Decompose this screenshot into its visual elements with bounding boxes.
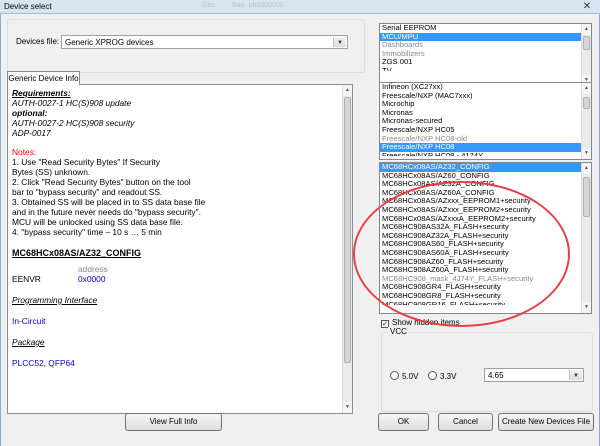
address-header: address [78, 264, 108, 274]
vcc-option-5v-label: 5.0V [402, 372, 419, 381]
note-line: bar to "bypass security" and readout SS. [12, 187, 163, 197]
chevron-down-icon[interactable]: ▼ [333, 37, 346, 47]
devices-file-select[interactable]: Generic XPROG devices ▼ [61, 35, 348, 49]
requirement-line: AUTH-0027-1 HC(S)908 update [12, 98, 132, 108]
vcc-option-3v[interactable]: 3.3V [428, 371, 456, 381]
background-window-text: Ges [202, 2, 215, 9]
devices-file-group: Devices file: Generic XPROG devices ▼ [7, 19, 365, 73]
scroll-down-icon[interactable]: ▼ [582, 302, 591, 313]
programming-interface-value: In-Circuit [12, 316, 46, 326]
chevron-down-icon[interactable]: ▼ [569, 370, 582, 380]
package-heading: Package [12, 337, 45, 347]
scroll-up-icon[interactable]: ▲ [582, 163, 591, 174]
category-list[interactable]: Serial EEPROM MCU/MPU Dashboards Immobilize… [379, 23, 592, 87]
radio-icon[interactable] [390, 371, 399, 380]
scroll-up-icon[interactable]: ▲ [582, 24, 591, 35]
vcc-group: VCC 5.0V 3.3V 4.65 ▼ [381, 327, 593, 412]
note-line: 1. Use "Read Security Bytes" If Security [12, 157, 160, 167]
view-full-info-button[interactable]: View Full Info [125, 413, 222, 431]
list-item[interactable]: MC68HC908GR16_FLASH+security [380, 301, 591, 305]
note-line: 3. Obtained SS will be placed in to SS d… [12, 197, 206, 207]
cancel-button[interactable]: Cancel [438, 413, 493, 431]
manufacturer-list[interactable]: Infineon (XC27xx) Freescale/NXP (MAC7xxx)… [379, 82, 592, 160]
devices-file-value: Generic XPROG devices [65, 38, 154, 47]
list-item[interactable]: Freescale/NXP HC08 [380, 143, 591, 152]
requirement-line: ADP-0017 [12, 128, 51, 138]
note-line: 4. "bypass security" time – 10 s … 5 min [12, 227, 162, 237]
show-hidden-label: Show hidden items [392, 318, 460, 327]
vcc-label: VCC [388, 327, 409, 336]
programming-interface-heading: Programming Interface [12, 295, 98, 305]
list-item[interactable]: TV [380, 67, 591, 71]
tab-generic-device-info[interactable]: Generic Device Info [7, 71, 80, 85]
scroll-thumb[interactable] [583, 36, 590, 50]
register-address: 0x0000 [78, 274, 106, 284]
device-info-text: Requirements: AUTH-0027-1 HC(S)908 updat… [12, 88, 340, 368]
scroll-up-icon[interactable]: ▲ [582, 83, 591, 94]
note-line: 2. Click "Read Security Bytes" button on… [12, 177, 191, 187]
devices-file-label: Devices file: [16, 37, 60, 46]
window-title: Device select [4, 2, 52, 11]
radio-icon[interactable] [428, 371, 437, 380]
device-info-panel: Requirements: AUTH-0027-1 HC(S)908 updat… [7, 84, 353, 414]
scroll-up-icon[interactable]: ▲ [343, 85, 352, 96]
scroll-down-icon[interactable]: ▼ [582, 148, 591, 159]
requirement-line: AUTH-0027-2 HC(S)908 security [12, 118, 135, 128]
vcc-select[interactable]: 4.65 ▼ [484, 368, 584, 382]
optional-label: optional: [12, 108, 48, 118]
note-line: and in the future never needs do "bypass… [12, 207, 201, 217]
vcc-option-3v-label: 3.3V [440, 372, 457, 381]
vcc-value: 4.65 [488, 371, 504, 380]
note-line: Bytes (SS) unknown. [12, 167, 91, 177]
device-name-heading: MC68HCx08AS/AZ32_CONFIG [12, 248, 142, 258]
requirements-heading: Requirements: [12, 88, 71, 98]
register-row: EENVR 0x0000 [12, 274, 340, 284]
list-item[interactable]: ZGS 001 [380, 58, 591, 67]
title-bar: Device select Ges Bau ·bh0000000 ✕ [0, 0, 600, 14]
category-scrollbar[interactable]: ▲ ▼ [581, 24, 591, 86]
background-window-text: Bau ·bh0000000 [232, 2, 284, 9]
create-new-devices-file-button[interactable]: Create New Devices File [498, 413, 594, 431]
register-name: EENVR [12, 274, 41, 284]
close-button[interactable]: ✕ [579, 0, 595, 13]
scroll-thumb[interactable] [583, 97, 590, 109]
device-list[interactable]: MC68HCx08AS/AZ32_CONFIG MC68HCx08AS/AZ60_… [379, 162, 592, 314]
info-scrollbar[interactable]: ▲ ▼ [342, 85, 352, 413]
vcc-option-5v[interactable]: 5.0V [390, 371, 418, 381]
dialog-client: Devices file: Generic XPROG devices ▼ Ge… [0, 14, 600, 446]
ok-button[interactable]: OK [378, 413, 429, 431]
notes-label: Notes: [12, 147, 37, 157]
scroll-down-icon[interactable]: ▼ [343, 402, 352, 413]
device-scrollbar[interactable]: ▲ ▼ [581, 163, 591, 313]
list-item[interactable]: MC68HC908GR8_FLASH+security [380, 291, 591, 301]
scroll-thumb[interactable] [344, 97, 351, 363]
note-line: MCU will be unlocked using SS data base … [12, 217, 183, 227]
close-icon: ✕ [582, 1, 592, 12]
package-value: PLCC52, QFP64 [12, 358, 75, 368]
manufacturer-scrollbar[interactable]: ▲ ▼ [581, 83, 591, 159]
list-item[interactable]: Freescale/NXP HC08 - 4174Y [380, 152, 591, 156]
scroll-thumb[interactable] [583, 177, 590, 217]
